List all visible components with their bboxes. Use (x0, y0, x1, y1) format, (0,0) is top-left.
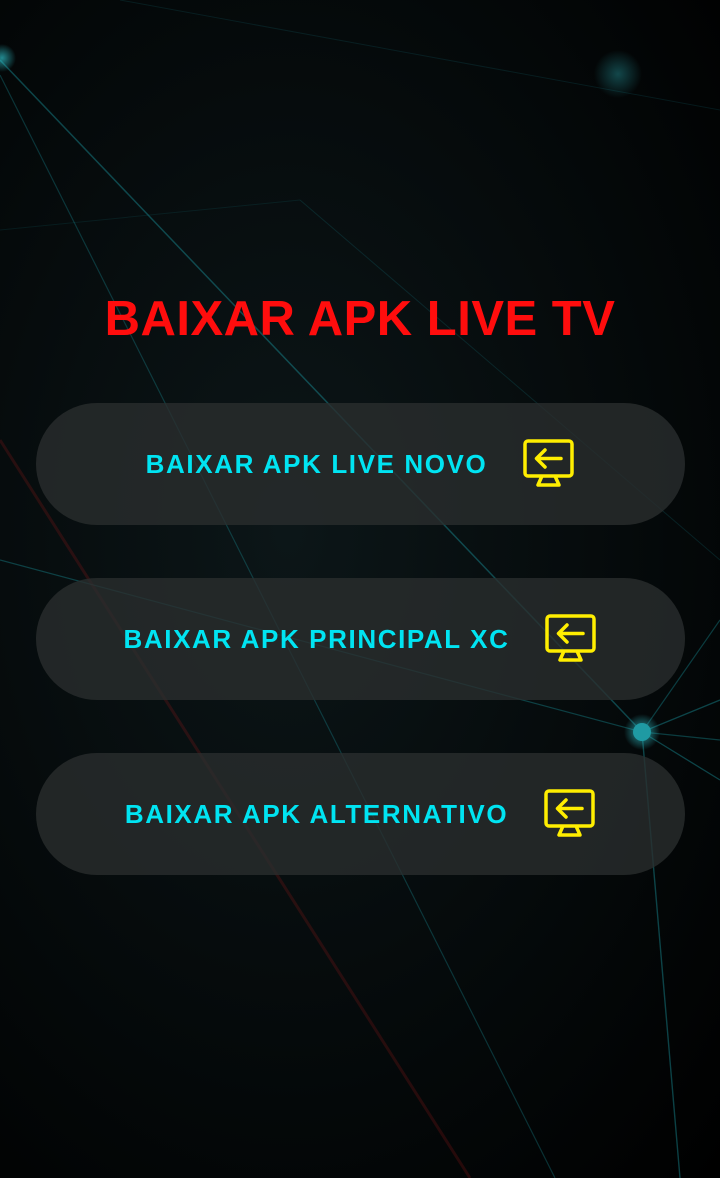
app-screen: BAIXAR APK LIVE TV BAIXAR APK LIVE NOVO … (0, 0, 720, 1178)
download-alternativo-button[interactable]: BAIXAR APK ALTERNATIVO (36, 753, 685, 875)
button-label: BAIXAR APK PRINCIPAL XC (123, 623, 510, 654)
monitor-arrow-left-icon (523, 438, 575, 490)
page-title: BAIXAR APK LIVE TV (104, 292, 616, 346)
download-principal-xc-button[interactable]: BAIXAR APK PRINCIPAL XC (36, 578, 685, 700)
download-live-novo-button[interactable]: BAIXAR APK LIVE NOVO (36, 403, 685, 525)
monitor-arrow-left-icon (544, 788, 596, 840)
monitor-arrow-left-icon (545, 613, 597, 665)
button-label: BAIXAR APK ALTERNATIVO (124, 798, 509, 829)
button-label: BAIXAR APK LIVE NOVO (145, 448, 488, 479)
